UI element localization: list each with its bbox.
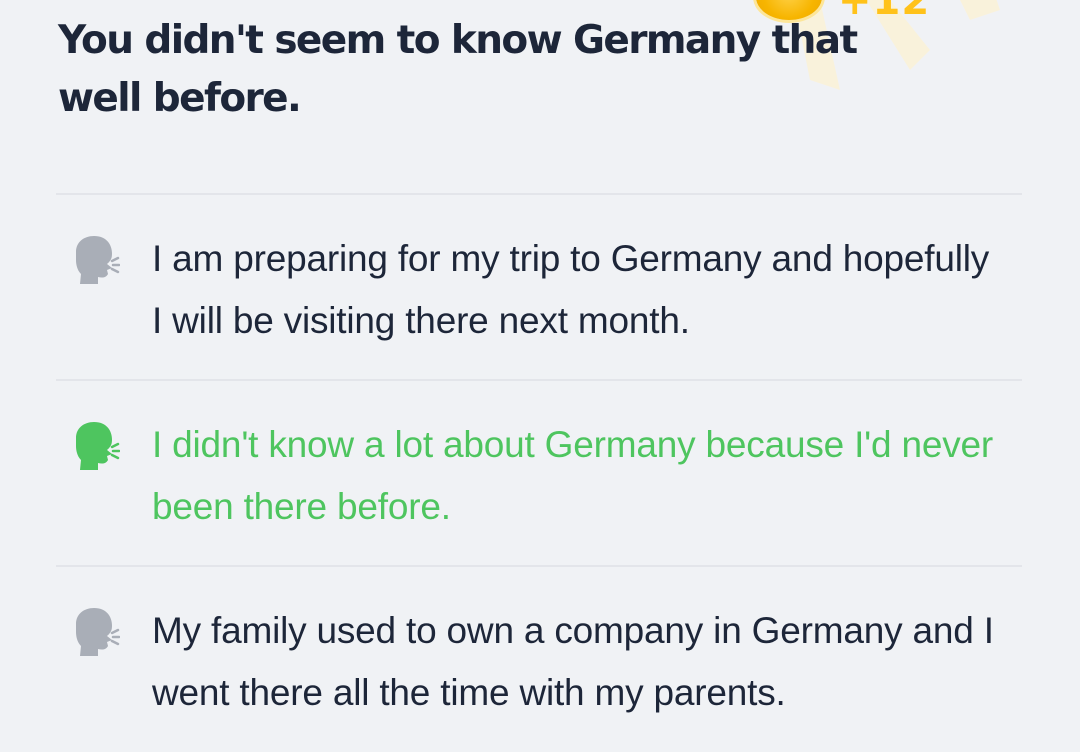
- question-title: You didn't seem to know Germany that wel…: [58, 18, 858, 121]
- answer-option-2[interactable]: I didn't know a lot about Germany becaus…: [56, 382, 1022, 566]
- speaking-head-icon: [76, 608, 120, 656]
- answer-option-text: I didn't know a lot about Germany becaus…: [152, 424, 994, 527]
- divider: [56, 565, 1022, 567]
- divider: [56, 193, 1022, 195]
- answer-option-text: My family used to own a company in Germa…: [152, 610, 994, 713]
- divider: [56, 379, 1022, 381]
- speaking-head-icon: [76, 422, 120, 470]
- answer-option-3[interactable]: My family used to own a company in Germa…: [56, 568, 1022, 752]
- answer-option-1[interactable]: I am preparing for my trip to Germany an…: [56, 196, 1022, 380]
- answer-option-text: I am preparing for my trip to Germany an…: [152, 238, 990, 341]
- speaking-head-icon: [76, 236, 120, 284]
